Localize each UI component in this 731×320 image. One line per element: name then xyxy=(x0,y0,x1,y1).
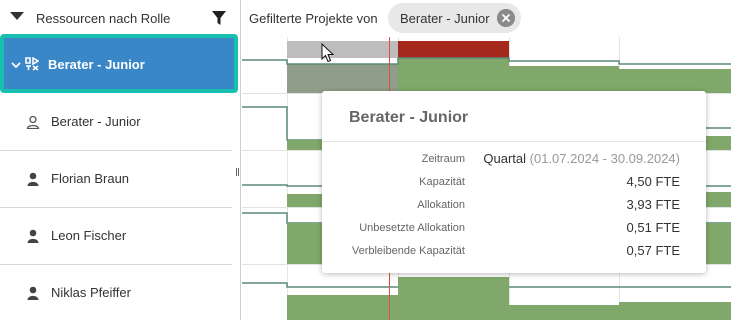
panel-resize-handle[interactable] xyxy=(236,168,239,176)
resource-row-berater-junior-placeholder[interactable]: Berater - Junior xyxy=(0,94,232,151)
allocation-bar[interactable] xyxy=(509,305,619,320)
resource-row-label: Leon Fischer xyxy=(51,228,127,243)
project-filter-bar: Gefilterte Projekte von Berater - Junior xyxy=(242,0,731,37)
tooltip-period-label: Zeitraum xyxy=(421,153,465,165)
allocation-bar[interactable] xyxy=(398,58,509,93)
role-row-berater-junior[interactable]: Berater - Junior xyxy=(0,34,238,93)
allocation-bar[interactable] xyxy=(619,69,731,93)
unallocated-bar[interactable] xyxy=(287,41,398,58)
resource-row-label: Berater - Junior xyxy=(51,114,141,129)
person-icon xyxy=(27,172,39,186)
group-by-title[interactable]: Ressourcen nach Rolle xyxy=(36,11,170,26)
allocation-bar[interactable] xyxy=(398,277,509,320)
filter-icon[interactable] xyxy=(212,11,226,26)
resource-row-label: Niklas Pfeiffer xyxy=(51,285,131,300)
role-group-icon xyxy=(25,57,39,71)
resource-row-label: Florian Braun xyxy=(51,171,130,186)
resource-row-niklas-pfeiffer[interactable]: Niklas Pfeiffer xyxy=(0,265,232,320)
period-tooltip: Berater - Junior Zeitraum Quartal (01.07… xyxy=(322,91,706,273)
resource-row-leon-fischer[interactable]: Leon Fischer xyxy=(0,208,232,265)
tooltip-period-range: (01.07.2024 - 30.09.2024) xyxy=(529,151,680,166)
person-icon xyxy=(27,229,39,243)
tooltip-capacity-label: Kapazität xyxy=(419,176,465,188)
tooltip-allocation-value: 3,93 FTE xyxy=(626,197,680,212)
resource-panel: Ressourcen nach Rolle Berater - Junior B… xyxy=(0,0,241,320)
tooltip-divider xyxy=(322,141,706,142)
allocation-bar[interactable] xyxy=(509,66,619,93)
tooltip-remaining-label: Verbleibende Kapazität xyxy=(351,245,465,257)
person-icon xyxy=(27,286,39,300)
mouse-cursor-icon xyxy=(321,43,335,63)
filter-chip-label: Berater - Junior xyxy=(400,11,490,26)
allocation-bar[interactable] xyxy=(287,64,398,93)
tooltip-period-type: Quartal xyxy=(483,151,527,166)
tooltip-allocation-label: Allokation xyxy=(417,199,465,211)
resource-row-florian-braun[interactable]: Florian Braun xyxy=(0,151,232,208)
close-icon[interactable] xyxy=(497,9,515,27)
tooltip-capacity-value: 4,50 FTE xyxy=(626,174,680,189)
allocation-bar[interactable] xyxy=(619,302,731,320)
tooltip-title: Berater - Junior xyxy=(349,109,469,126)
role-row-label: Berater - Junior xyxy=(48,57,145,72)
allocation-bar[interactable] xyxy=(287,295,398,320)
tooltip-unfilled-label: Unbesetzte Allokation xyxy=(359,222,465,234)
tooltip-period-value: Quartal (01.07.2024 - 30.09.2024) xyxy=(483,151,680,166)
filter-chip[interactable]: Berater - Junior xyxy=(388,3,521,33)
chevron-down-icon[interactable] xyxy=(11,60,21,70)
tooltip-remaining-value: 0,57 FTE xyxy=(626,243,680,258)
tooltip-unfilled-value: 0,51 FTE xyxy=(626,220,680,235)
person-outline-icon xyxy=(26,115,40,129)
collapse-all-icon[interactable] xyxy=(10,12,24,20)
project-filter-label: Gefilterte Projekte von xyxy=(249,11,378,26)
overallocation-bar[interactable] xyxy=(398,41,509,58)
resource-panel-header: Ressourcen nach Rolle xyxy=(0,0,240,37)
